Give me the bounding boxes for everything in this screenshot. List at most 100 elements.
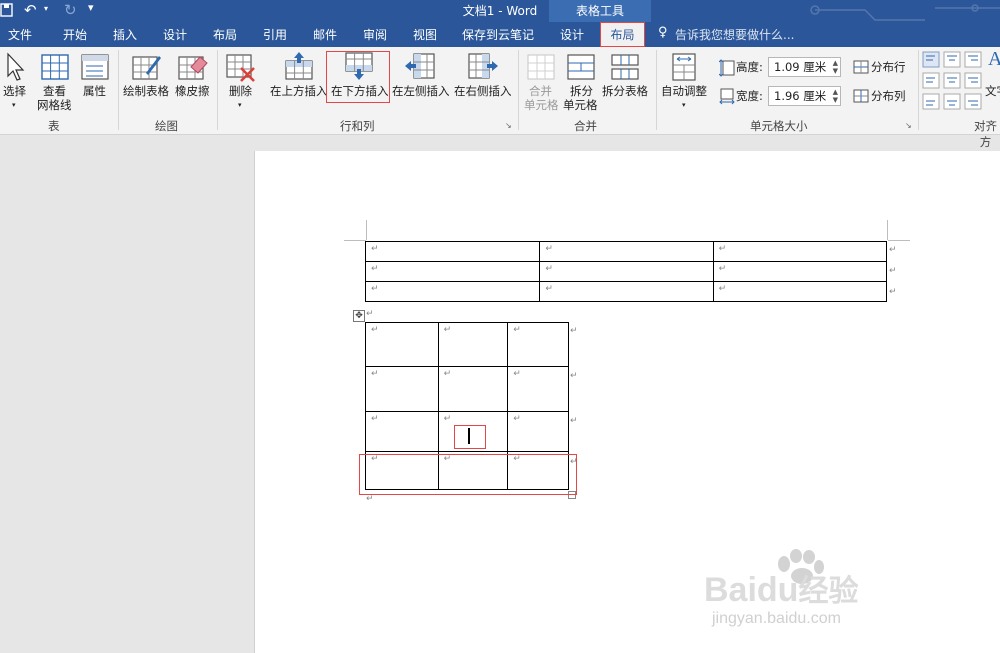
- view-gridlines-button[interactable]: 查看: [43, 84, 66, 99]
- table-cell[interactable]: ↵: [437, 322, 509, 367]
- text-direction-icon: A: [988, 48, 1000, 70]
- row-end-mark: ↵: [889, 287, 897, 297]
- split-table-button[interactable]: 拆分表格: [602, 84, 648, 99]
- table-row: ↵ ↵ ↵: [364, 261, 888, 282]
- table-cell[interactable]: ↵: [507, 411, 569, 452]
- spinner-arrows-icon[interactable]: ▲ ▼: [833, 88, 838, 104]
- distribute-rows-button[interactable]: 分布行: [871, 60, 906, 75]
- col-width-icon: [719, 87, 735, 108]
- insert-right-button[interactable]: 在右侧插入: [454, 84, 512, 99]
- table-cell[interactable]: ↵: [437, 366, 509, 412]
- table-cell[interactable]: ↵: [539, 241, 714, 262]
- tab-table-design[interactable]: 设计: [560, 26, 584, 43]
- distribute-cols-button[interactable]: 分布列: [871, 89, 906, 104]
- insert-left-button[interactable]: 在左侧插入: [392, 84, 450, 99]
- delete-table-icon: [226, 53, 256, 86]
- table-row: ↵ ↵ ↵: [364, 241, 888, 262]
- autofit-dropdown-icon[interactable]: ▾: [682, 98, 686, 113]
- insert-left-icon: [405, 53, 435, 82]
- table-cell[interactable]: ↵: [364, 261, 541, 282]
- draw-table-icon: [132, 53, 162, 84]
- row-height-value: 1.09 厘米: [774, 60, 827, 74]
- table-cell[interactable]: ↵: [712, 261, 888, 282]
- group-cell-size-label: 单元格大小: [750, 119, 808, 133]
- customize-qat-icon[interactable]: ▾: [88, 1, 94, 14]
- table-cell[interactable]: ↵: [365, 366, 439, 412]
- table-row: ↵ ↵ ↵: [365, 366, 569, 412]
- tab-home[interactable]: 开始: [63, 26, 87, 43]
- tab-table-layout-label: 布局: [610, 28, 635, 42]
- table-cell[interactable]: ↵: [507, 366, 569, 412]
- split-cells-button[interactable]: 拆分: [570, 84, 593, 99]
- table-cell[interactable]: ↵: [365, 411, 439, 452]
- table-cell[interactable]: ↵: [507, 322, 569, 367]
- table-cell[interactable]: ↵: [712, 281, 888, 302]
- tab-review[interactable]: 审阅: [363, 26, 387, 43]
- row-height-icon: [718, 59, 735, 80]
- margin-guide: [344, 240, 366, 241]
- watermark-url: jingyan.baidu.com: [712, 610, 841, 627]
- tab-layout-page[interactable]: 布局: [213, 26, 237, 43]
- tab-mailings[interactable]: 邮件: [313, 26, 337, 43]
- baidu-jingyan-watermark: Baidu经验 jingyan.baidu.com: [704, 548, 944, 638]
- paragraph-mark: ↵: [366, 309, 374, 319]
- table-cell[interactable]: ↵: [365, 322, 439, 367]
- tell-me-search[interactable]: 告诉我您想要做什么...: [675, 26, 794, 43]
- table-move-handle-icon[interactable]: ✥: [353, 310, 365, 322]
- redo-icon[interactable]: ↻: [64, 1, 77, 19]
- cell-size-dialog-launcher-icon[interactable]: ↘: [905, 121, 912, 130]
- tab-file[interactable]: 文件: [8, 26, 32, 43]
- autofit-button[interactable]: 自动调整: [661, 84, 707, 99]
- width-label: 宽度:: [736, 89, 763, 103]
- view-gridlines-line2: 网格线: [37, 98, 72, 112]
- rows-cols-dialog-launcher-icon[interactable]: ↘: [505, 121, 512, 130]
- table-cell[interactable]: ↵: [539, 261, 714, 282]
- paragraph-mark: ↵: [366, 494, 374, 504]
- merge-cells-button[interactable]: 合并: [529, 84, 552, 99]
- split-cells-line2: 单元格: [563, 98, 598, 112]
- row-end-mark: ↵: [570, 326, 578, 336]
- select-button[interactable]: 选择: [3, 84, 26, 99]
- properties-button[interactable]: 属性: [83, 84, 106, 99]
- select-dropdown-icon[interactable]: ▾: [12, 98, 16, 113]
- delete-button[interactable]: 删除: [229, 84, 252, 99]
- tab-design[interactable]: 设计: [163, 26, 187, 43]
- merge-cells-line2: 单元格: [524, 98, 559, 112]
- col-width-value: 1.96 厘米: [774, 89, 827, 103]
- row-end-mark: ↵: [889, 266, 897, 276]
- row-height-input[interactable]: 1.09 厘米 ▲ ▼: [768, 57, 841, 77]
- table-top[interactable]: ↵ ↵ ↵ ↵ ↵ ↵ ↵ ↵ ↵: [364, 241, 888, 302]
- draw-table-button[interactable]: 绘制表格: [123, 84, 169, 99]
- row-end-mark: ↵: [570, 371, 578, 381]
- cursor-highlight: [454, 425, 486, 449]
- margin-guide: [887, 220, 888, 240]
- table-cell[interactable]: ↵: [539, 281, 714, 302]
- table-cell[interactable]: ↵: [364, 281, 541, 302]
- select-cursor-icon: [5, 52, 25, 85]
- tab-view[interactable]: 视图: [413, 26, 437, 43]
- table-cell[interactable]: ↵: [364, 241, 541, 262]
- tab-references[interactable]: 引用: [263, 26, 287, 43]
- group-separator: [118, 50, 119, 130]
- margin-guide: [366, 220, 367, 240]
- properties-icon: [81, 54, 109, 83]
- tab-insert[interactable]: 插入: [113, 26, 137, 43]
- undo-dropdown-icon[interactable]: ▾: [44, 4, 48, 13]
- insert-above-button[interactable]: 在上方插入: [270, 84, 328, 99]
- col-width-input[interactable]: 1.96 厘米 ▲ ▼: [768, 86, 841, 106]
- tab-save-cloud[interactable]: 保存到云笔记: [462, 26, 534, 43]
- eraser-button[interactable]: 橡皮擦: [175, 84, 210, 99]
- save-icon[interactable]: [0, 3, 14, 17]
- undo-icon[interactable]: ↶: [24, 1, 37, 19]
- lightbulb-icon: ♀: [658, 25, 668, 40]
- row-end-mark: ↵: [570, 416, 578, 426]
- inserted-row-highlight: [359, 454, 577, 495]
- group-separator: [656, 50, 657, 130]
- group-draw-label: 绘图: [155, 119, 178, 133]
- text-direction-button[interactable]: 文字: [985, 84, 1000, 99]
- spinner-arrows-icon[interactable]: ▲ ▼: [833, 59, 838, 75]
- watermark-brand-cn: 经验: [798, 574, 859, 609]
- table-tools-label: 表格工具: [575, 4, 624, 18]
- delete-dropdown-icon[interactable]: ▾: [238, 98, 242, 113]
- table-cell[interactable]: ↵: [712, 241, 888, 262]
